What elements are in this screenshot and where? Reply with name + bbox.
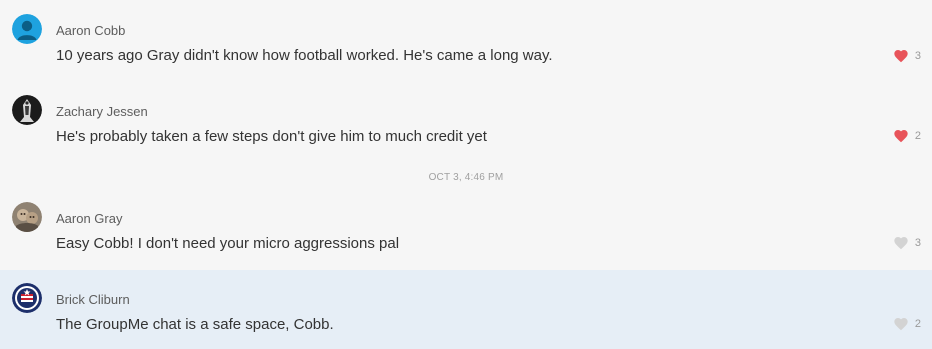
like-count: 3 — [914, 237, 921, 249]
message-item[interactable]: Aaron Cobb 10 years ago Gray didn't know… — [0, 0, 932, 78]
message-text: Easy Cobb! I don't need your micro aggre… — [56, 235, 400, 252]
message-text: He's probably taken a few steps don't gi… — [56, 128, 487, 145]
person-icon — [12, 14, 42, 44]
avatar[interactable] — [12, 14, 42, 44]
like-button[interactable]: 2 — [893, 128, 921, 144]
like-count: 2 — [914, 130, 921, 142]
like-button[interactable]: 3 — [893, 235, 921, 251]
like-button[interactable]: 3 — [893, 48, 921, 64]
like-count: 3 — [914, 50, 921, 62]
message-text: The GroupMe chat is a safe space, Cobb. — [56, 316, 334, 333]
photo-avatar-icon — [12, 202, 42, 232]
heart-filled-icon — [894, 50, 908, 63]
message-item[interactable]: Zachary Jessen He's probably taken a few… — [0, 78, 932, 160]
heart-outline-icon — [894, 237, 908, 250]
dark-figure-icon — [12, 95, 42, 125]
like-button[interactable]: 2 — [893, 316, 921, 332]
message-author[interactable]: Zachary Jessen — [56, 104, 148, 119]
message-item[interactable]: Brick Cliburn The GroupMe chat is a safe… — [0, 270, 932, 349]
message-text: 10 years ago Gray didn't know how footba… — [56, 47, 553, 64]
heart-outline-icon — [894, 318, 908, 331]
heart-filled-icon — [894, 130, 908, 143]
message-author[interactable]: Brick Cliburn — [56, 292, 130, 307]
like-count: 2 — [914, 318, 921, 330]
message-author[interactable]: Aaron Cobb — [56, 23, 125, 38]
avatar[interactable] — [12, 283, 42, 313]
avatar[interactable] — [12, 95, 42, 125]
message-author[interactable]: Aaron Gray — [56, 211, 122, 226]
message-item[interactable]: Aaron Gray Easy Cobb! I don't need your … — [0, 190, 932, 270]
emblem-icon — [12, 283, 42, 313]
timestamp-divider: OCT 3, 4:46 PM — [428, 172, 504, 183]
avatar[interactable] — [12, 202, 42, 232]
